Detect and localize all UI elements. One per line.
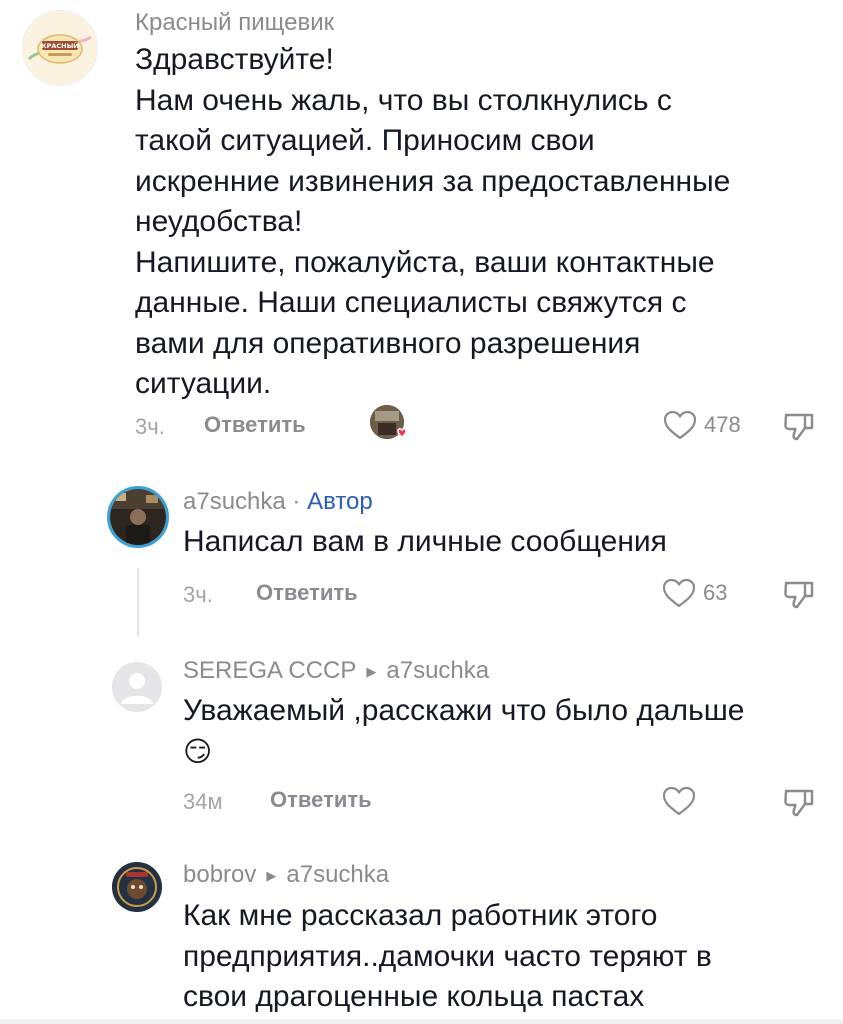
author-name[interactable]: SEREGA CCCP bbox=[183, 657, 356, 684]
reply-to-name[interactable]: a7suchka bbox=[286, 861, 389, 888]
comment-text: Здравствуйте! Нам очень жаль, что вы сто… bbox=[135, 40, 730, 405]
author-badge: Автор bbox=[307, 488, 373, 515]
thread-line bbox=[137, 568, 139, 636]
comment-line: искренние извинения за предоставленные bbox=[135, 164, 731, 198]
comment-emoji: 😏 bbox=[183, 735, 213, 767]
comment-time: 34м bbox=[183, 789, 223, 814]
reply-button[interactable]: Ответить bbox=[256, 580, 358, 606]
comment-line: свои драгоценные кольца пастах bbox=[183, 980, 645, 1013]
comment-time: 3ч. bbox=[135, 414, 165, 439]
comment-text: Уважаемый ,расскажи что было дальше 😏 bbox=[183, 691, 744, 772]
dislike-button[interactable] bbox=[782, 785, 816, 824]
like-count: 478 bbox=[704, 412, 741, 437]
thumbs-down-icon bbox=[784, 789, 814, 817]
comment-author[interactable]: Красный пищевик bbox=[135, 9, 334, 37]
heart-outline-icon bbox=[662, 786, 696, 816]
author-name[interactable]: a7suchka bbox=[183, 488, 286, 515]
like-button[interactable]: 63 bbox=[661, 577, 727, 609]
comment-author[interactable]: SEREGA CCCP ▶ a7suchka bbox=[183, 657, 489, 685]
heart-outline-icon bbox=[662, 578, 696, 608]
reply-arrow-icon: ▶ bbox=[366, 664, 377, 679]
comment-line: Написал вам в личные сообщения bbox=[183, 525, 667, 558]
comment-line: такой ситуацией. Приносим свои bbox=[135, 124, 595, 157]
comment-line: предприятия..дамочки часто теряют в bbox=[183, 939, 712, 973]
reply-arrow-icon: ▶ bbox=[266, 868, 277, 883]
comment-author[interactable]: a7suchka · Автор bbox=[183, 488, 373, 516]
author-name[interactable]: Красный пищевик bbox=[135, 9, 334, 36]
comment-line: Здравствуйте! bbox=[135, 43, 334, 76]
reply-button[interactable]: Ответить bbox=[204, 412, 306, 438]
comment-text: Как мне рассказал работник этого предпри… bbox=[183, 896, 712, 1018]
default-avatar-icon bbox=[112, 662, 162, 712]
like-button[interactable] bbox=[661, 785, 703, 817]
reply-button[interactable]: Ответить bbox=[270, 787, 372, 813]
avatar-a7suchka[interactable] bbox=[107, 486, 169, 548]
avatar-logo-text: КРАСНЫЙ bbox=[41, 41, 79, 50]
dislike-button[interactable] bbox=[782, 577, 816, 616]
comment-line: Уважаемый ,расскажи что было дальше bbox=[183, 694, 745, 727]
comment-line: вами для оперативного разрешения bbox=[135, 326, 641, 360]
avatar-krasny-pishchevik[interactable]: КРАСНЫЙ bbox=[22, 10, 98, 86]
dislike-button[interactable] bbox=[782, 409, 816, 448]
comment-line: Как мне рассказал работник этого bbox=[183, 899, 658, 932]
thumbs-down-icon bbox=[784, 413, 814, 441]
bottom-divider bbox=[0, 1019, 843, 1024]
name-separator: · bbox=[292, 488, 301, 515]
creator-liked-avatar bbox=[370, 405, 407, 439]
reply-to-name[interactable]: a7suchka bbox=[386, 657, 489, 684]
comment-time: 3ч. bbox=[183, 582, 213, 607]
like-button[interactable]: 478 bbox=[662, 409, 741, 441]
avatar-serega-cccp[interactable] bbox=[112, 662, 162, 712]
thumbs-down-icon bbox=[784, 581, 814, 609]
liked-heart-icon bbox=[397, 428, 407, 438]
comment-author[interactable]: bobrov ▶ a7suchka bbox=[183, 861, 389, 889]
comment-line: неудобства! bbox=[135, 205, 303, 238]
heart-outline-icon bbox=[663, 410, 697, 440]
avatar-bobrov[interactable] bbox=[112, 862, 162, 912]
author-name[interactable]: bobrov bbox=[183, 861, 256, 888]
comment-line: Напишите, пожалуйста, ваши контактные bbox=[135, 245, 715, 279]
comment-line: ситуации. bbox=[135, 367, 272, 400]
like-count: 63 bbox=[703, 580, 728, 605]
comment-text: Написал вам в личные сообщения bbox=[183, 522, 667, 563]
comment-line: Нам очень жаль, что вы столкнулись с bbox=[135, 83, 672, 117]
comment-line: данные. Наши специалисты свяжутся с bbox=[135, 286, 687, 319]
